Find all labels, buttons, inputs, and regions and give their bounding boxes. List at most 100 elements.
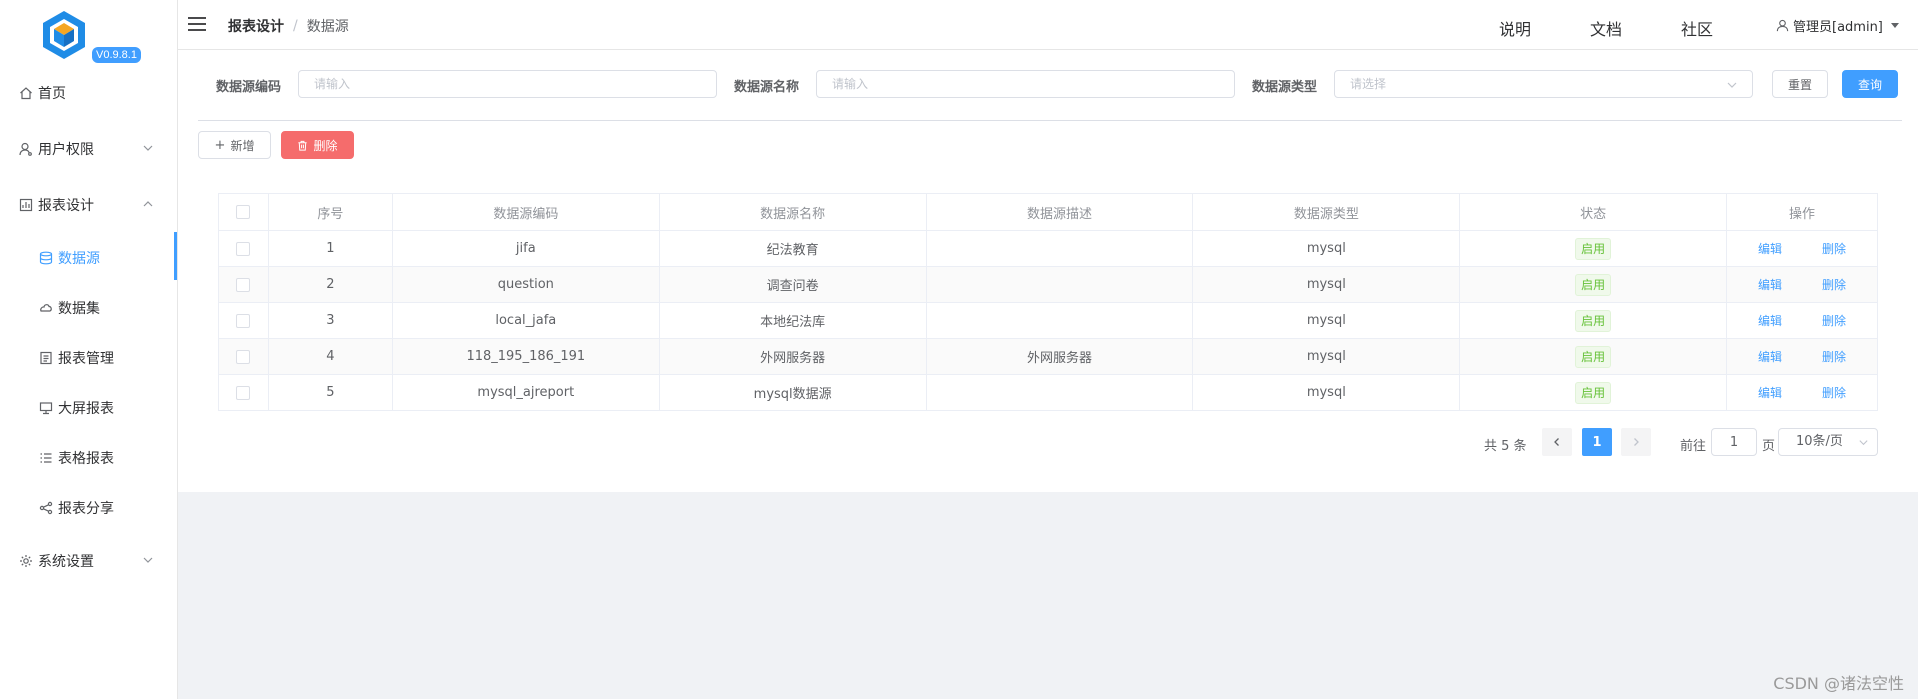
delete-link[interactable]: 删除 (1822, 278, 1846, 292)
cell-type: mysql (1192, 230, 1461, 267)
sidebar-item-label: 系统设置 (38, 554, 94, 570)
sidebar-item-label: 首页 (38, 86, 66, 102)
chevron-down-icon (143, 145, 153, 151)
cell-code: 118_195_186_191 (391, 338, 660, 375)
sidebar-item-label: 数据集 (58, 301, 100, 317)
cell-desc (925, 374, 1194, 411)
datasource-code-input[interactable]: 请输入 (298, 70, 717, 98)
datasource-table: 序号 数据源编码 数据源名称 数据源描述 数据源类型 状态 操作 1 jifa … (218, 193, 1878, 411)
edit-link[interactable]: 编辑 (1758, 278, 1782, 292)
page-size-select[interactable]: 10条/页 (1778, 428, 1878, 456)
column-header: 序号 (267, 193, 393, 231)
cell-type: mysql (1192, 374, 1461, 411)
status-badge: 启用 (1575, 309, 1612, 332)
delete-button-label: 删除 (313, 138, 338, 153)
sidebar-item-label: 报表设计 (38, 198, 94, 214)
add-button-label: 新增 (230, 138, 255, 153)
row-checkbox[interactable] (236, 241, 251, 256)
delete-button[interactable]: 删除 (281, 131, 354, 159)
datasource-type-select[interactable]: 请选择 (1334, 70, 1753, 98)
prev-page-button[interactable] (1542, 428, 1572, 456)
edit-link[interactable]: 编辑 (1758, 386, 1782, 400)
sidebar-item-user-permissions[interactable]: 用户权限 (0, 131, 178, 167)
sidebar-item-system-settings[interactable]: 系统设置 (0, 543, 178, 579)
hamburger-menu-icon[interactable] (188, 17, 206, 31)
edit-link[interactable]: 编辑 (1758, 314, 1782, 328)
page-number-current[interactable]: 1 (1582, 428, 1612, 456)
home-icon (18, 85, 34, 101)
sidebar-item-report-management[interactable]: 报表管理 (0, 340, 178, 376)
header-link-instructions[interactable]: 说明 (1499, 16, 1531, 40)
column-header: 操作 (1726, 193, 1878, 231)
cell-name: 纪法教育 (658, 230, 927, 267)
status-badge: 启用 (1575, 345, 1612, 368)
user-menu[interactable]: 管理员[admin] (1776, 16, 1899, 35)
datasource-name-input[interactable]: 请输入 (816, 70, 1235, 98)
sidebar-item-dataset[interactable]: 数据集 (0, 290, 178, 326)
dataset-icon (38, 300, 54, 316)
breadcrumb-separator: / (293, 18, 298, 34)
row-checkbox[interactable] (236, 349, 251, 364)
watermark: CSDN @诸法空性 (1773, 674, 1904, 693)
sidebar-item-label: 报表管理 (58, 351, 114, 367)
delete-link[interactable]: 删除 (1822, 386, 1846, 400)
database-icon (38, 250, 54, 266)
active-indicator (174, 232, 177, 280)
cell-name: 外网服务器 (658, 338, 927, 375)
pagination-total: 共 5 条 (1484, 439, 1527, 454)
row-checkbox[interactable] (236, 277, 251, 292)
sidebar-item-table-report[interactable]: 表格报表 (0, 440, 178, 476)
row-checkbox[interactable] (236, 313, 251, 328)
main-content: 数据源编码 请输入 数据源名称 请输入 数据源类型 请选择 重置 查询 + 新增… (178, 50, 1918, 492)
sidebar-item-report-share[interactable]: 报表分享 (0, 490, 178, 526)
breadcrumb-item-current: 数据源 (306, 19, 349, 35)
edit-link[interactable]: 编辑 (1758, 242, 1782, 256)
row-checkbox[interactable] (236, 385, 251, 400)
cell-type: mysql (1192, 338, 1461, 375)
chevron-down-icon (143, 557, 153, 563)
version-badge: V0.9.8.1 (92, 47, 141, 63)
add-button[interactable]: + 新增 (198, 131, 271, 159)
monitor-icon (38, 400, 54, 416)
cell-type: mysql (1192, 266, 1461, 303)
user-name: 管理员[admin] (1793, 20, 1883, 35)
top-header: 报表设计 / 数据源 说明 文档 社区 管理员[admin] (178, 0, 1918, 50)
sidebar-item-datasource[interactable]: 数据源 (0, 240, 178, 276)
page-size-value: 10条/页 (1796, 434, 1843, 449)
delete-link[interactable]: 删除 (1822, 314, 1846, 328)
header-link-docs[interactable]: 文档 (1590, 16, 1622, 40)
column-header: 数据源名称 (658, 193, 927, 231)
delete-link[interactable]: 删除 (1822, 350, 1846, 364)
goto-page-input[interactable]: 1 (1711, 428, 1757, 456)
sidebar-item-report-design[interactable]: 报表设计 (0, 187, 178, 223)
breadcrumb-item[interactable]: 报表设计 (228, 16, 284, 36)
table-row: 2 question 调查问卷 mysql 启用 编辑 删除 (218, 266, 1878, 303)
table-row: 3 local_jafa 本地纪法库 mysql 启用 编辑 删除 (218, 302, 1878, 339)
status-badge: 启用 (1575, 273, 1612, 296)
sidebar-item-home[interactable]: 首页 (0, 75, 178, 111)
filter-type-label: 数据源类型 (1252, 80, 1318, 95)
cell-desc (925, 302, 1194, 339)
cell-desc: 外网服务器 (925, 338, 1194, 375)
cell-no: 1 (267, 230, 393, 267)
cell-name: 调查问卷 (658, 266, 927, 303)
sidebar: V0.9.8.1 首页 用户权限 报表设计 数据源 数据集 报表管理 大屏报表 … (0, 0, 178, 699)
sidebar-item-bigscreen-report[interactable]: 大屏报表 (0, 390, 178, 426)
breadcrumb: 报表设计 / 数据源 (228, 16, 349, 36)
reset-button[interactable]: 重置 (1772, 70, 1828, 98)
filter-name-label: 数据源名称 (734, 80, 800, 95)
cell-no: 3 (267, 302, 393, 339)
select-all-cell (218, 193, 269, 231)
cell-code: mysql_ajreport (391, 374, 660, 411)
sidebar-item-label: 大屏报表 (58, 401, 114, 417)
chevron-up-icon (143, 201, 153, 207)
search-button[interactable]: 查询 (1842, 70, 1898, 98)
header-link-community[interactable]: 社区 (1681, 16, 1713, 40)
table-header-row: 序号 数据源编码 数据源名称 数据源描述 数据源类型 状态 操作 (218, 193, 1878, 231)
next-page-button[interactable] (1621, 428, 1651, 456)
delete-link[interactable]: 删除 (1822, 242, 1846, 256)
user-icon (1776, 19, 1789, 32)
document-icon (38, 350, 54, 366)
select-all-checkbox[interactable] (236, 205, 251, 219)
edit-link[interactable]: 编辑 (1758, 350, 1782, 364)
